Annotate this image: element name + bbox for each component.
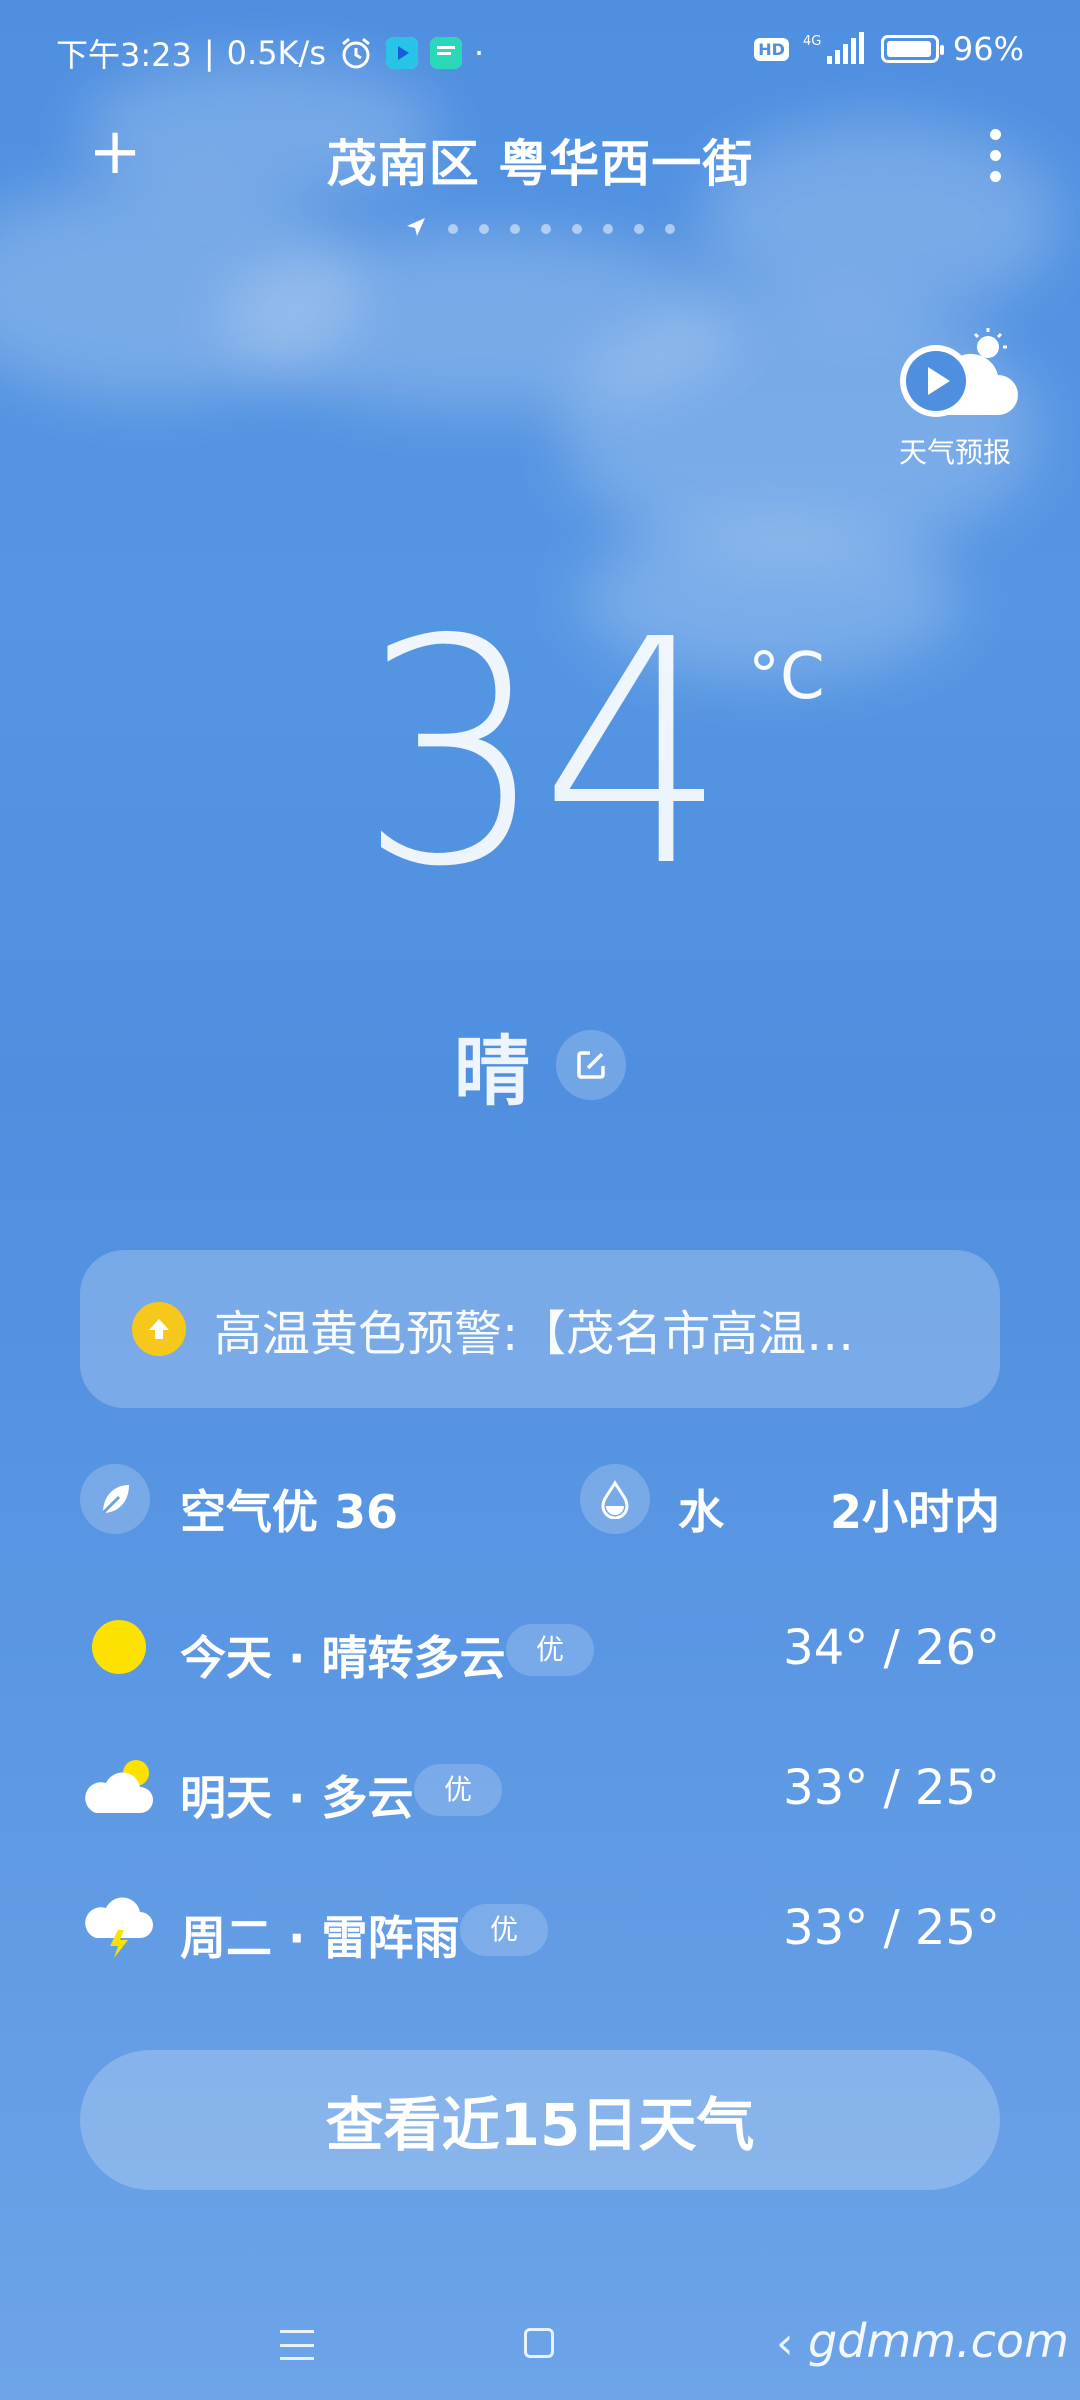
current-temperature: 34 [358, 574, 727, 935]
page-dot[interactable] [448, 224, 458, 234]
svg-text:4G: 4G [803, 34, 821, 49]
navigation-bar: ‹ gdmm.com [0, 2300, 1080, 2400]
forecast-row-tuesday[interactable]: 周二 · 雷阵雨 优 33° / 25° [80, 1890, 1000, 1970]
current-condition-row: 晴 [0, 1010, 1080, 1120]
current-location-icon [405, 216, 427, 242]
cloudy-icon [80, 1752, 158, 1822]
page-dot[interactable] [603, 224, 613, 234]
status-bar: 下午3:23 | 0.5K/s · HD 4G 96% [0, 0, 1080, 100]
video-forecast-button[interactable]: 天气预报 [890, 325, 1020, 471]
edit-feedback-icon[interactable] [556, 1030, 626, 1100]
forecast-temp: 33° / 25° [783, 1900, 1000, 1956]
current-condition: 晴 [454, 1027, 530, 1116]
forecast-temp: 34° / 26° [783, 1620, 1000, 1676]
alarm-icon [338, 35, 374, 71]
watermark: gdmm.com [808, 2314, 1069, 2368]
status-time: 下午3:23 [56, 36, 192, 74]
forecast-label: 周二 · 雷阵雨 [180, 1911, 460, 1965]
hd-badge: HD [754, 37, 789, 61]
forecast-row-today[interactable]: 今天 · 晴转多云 优 34° / 26° [80, 1610, 1000, 1690]
raindrop-icon [580, 1464, 650, 1534]
alert-arrow-icon [132, 1302, 186, 1356]
page-dot[interactable] [572, 224, 582, 234]
signal-icon: 4G [803, 32, 867, 66]
back-button[interactable]: ‹ [776, 2318, 794, 2369]
air-quality[interactable]: 空气优 36 [180, 1476, 398, 1542]
forecast-label: 明天 · 多云 [180, 1771, 414, 1825]
aqi-badge: 优 [506, 1624, 595, 1676]
rain-label: 水 [678, 1485, 724, 1539]
location-title[interactable]: 茂南区 粤华西一街 [0, 124, 1080, 196]
status-separator: | [203, 34, 215, 72]
page-dot[interactable] [665, 224, 675, 234]
view-15-day-forecast-button[interactable]: 查看近15日天气 [80, 2050, 1000, 2190]
page-dot[interactable] [634, 224, 644, 234]
page-dot[interactable] [479, 224, 489, 234]
weather-alert-banner[interactable]: 高温黄色预警:【茂名市高温… [80, 1250, 1000, 1408]
alert-text: 高温黄色预警:【茂名市高温… [214, 1306, 855, 1362]
temperature-unit: °C [748, 640, 825, 714]
info-row: 空气优 36 水 2小时内 [80, 1464, 1000, 1544]
forecast-row-tomorrow[interactable]: 明天 · 多云 优 33° / 25° [80, 1750, 1000, 1830]
thunderstorm-icon [80, 1892, 158, 1962]
forecast-temp: 33° / 25° [783, 1760, 1000, 1816]
sun-icon [80, 1612, 158, 1682]
page-dot[interactable] [510, 224, 520, 234]
video-forecast-label: 天气预报 [898, 436, 1011, 469]
aqi-badge: 优 [460, 1904, 549, 1956]
recents-button[interactable] [280, 2330, 314, 2360]
battery-icon [880, 35, 944, 63]
home-button[interactable] [524, 2328, 554, 2358]
forecast-label: 今天 · 晴转多云 [180, 1631, 506, 1685]
video-app-icon [385, 37, 418, 69]
page-indicator [0, 216, 1080, 242]
network-speed: 0.5K/s [226, 34, 326, 72]
aqi-badge: 优 [414, 1764, 503, 1816]
play-cloud-icon [900, 328, 1018, 417]
leaf-icon [80, 1464, 150, 1534]
message-app-icon [429, 37, 462, 69]
rain-forecast[interactable]: 2小时内 [830, 1476, 1000, 1542]
page-dot[interactable] [541, 224, 551, 234]
more-menu-button[interactable] [970, 120, 1020, 190]
header: + 茂南区 粤华西一街 [0, 120, 1080, 240]
battery-percent: 96% [952, 30, 1024, 68]
notification-dot: · [473, 34, 485, 72]
